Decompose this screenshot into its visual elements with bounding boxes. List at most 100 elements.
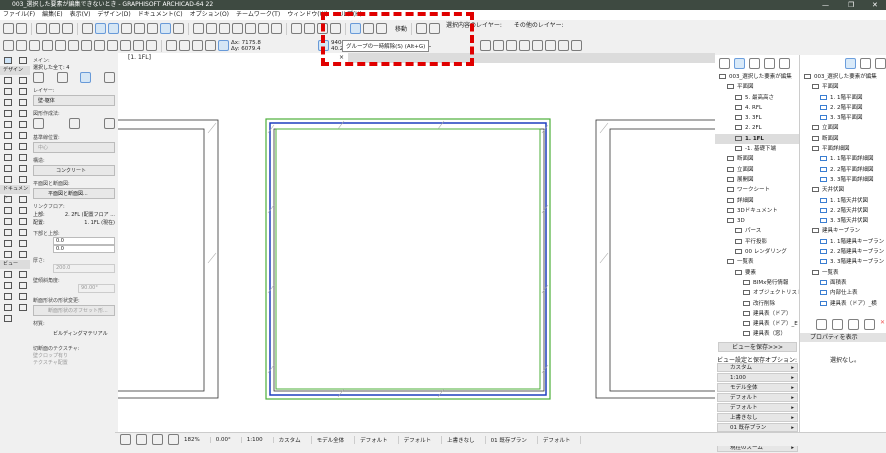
layer-combo[interactable]: カスタム xyxy=(279,435,312,444)
tree-item[interactable]: 平行投影 xyxy=(715,237,799,247)
marquee-icon[interactable] xyxy=(134,23,145,34)
arrow-tool-icon[interactable] xyxy=(3,57,12,64)
tree-item[interactable]: 断面図 xyxy=(800,134,886,144)
straight-icon[interactable] xyxy=(33,118,44,129)
skylight-tool-icon[interactable] xyxy=(3,176,12,183)
mic-icon[interactable] xyxy=(506,40,517,51)
hotspot-tool-icon[interactable] xyxy=(18,251,27,258)
change-tool-icon[interactable] xyxy=(18,293,27,300)
folder-icon[interactable] xyxy=(848,319,859,330)
slab-tool-icon[interactable] xyxy=(3,132,12,139)
close-button[interactable]: ✕ xyxy=(872,0,878,10)
tree-item[interactable]: 1. 1階平面詳細図 xyxy=(800,154,886,164)
eyedropper-icon[interactable] xyxy=(49,23,60,34)
trapezoid-icon[interactable] xyxy=(68,118,80,129)
layer-select[interactable]: 壁-躯体 xyxy=(33,95,115,106)
dimension-icon[interactable] xyxy=(120,40,131,51)
stair-tool-icon[interactable] xyxy=(3,143,12,150)
window-tool-icon[interactable] xyxy=(107,40,118,51)
polyline-tool-icon[interactable] xyxy=(18,240,27,247)
tree-item[interactable]: 2. 2階平面詳細図 xyxy=(800,165,886,175)
menu-view[interactable]: 表示(V) xyxy=(70,11,91,18)
view-map-icon[interactable] xyxy=(749,58,760,69)
properties-header[interactable]: プロパティを表示 xyxy=(800,333,886,342)
layout-book-icon-2[interactable] xyxy=(860,58,871,69)
tree-item[interactable]: 3. 3階建具キープラン xyxy=(800,257,886,267)
crop-option[interactable]: 壁クロップ有り xyxy=(33,352,115,359)
window-tool-icon2[interactable] xyxy=(18,88,27,95)
reference-select[interactable]: 中心 xyxy=(33,142,115,153)
camera-tool-icon[interactable] xyxy=(18,304,27,311)
tree-item[interactable]: 1. 1階建具キープラン xyxy=(800,237,886,247)
toolbox-view-header[interactable]: ビュー xyxy=(0,260,30,269)
radial-dim-icon[interactable] xyxy=(3,207,12,214)
roof-icon[interactable] xyxy=(271,23,282,34)
plan-section-button[interactable]: 平面図と断面図... xyxy=(33,188,115,199)
ie-tool-icon[interactable] xyxy=(3,282,12,289)
suspend-group-icon[interactable] xyxy=(160,23,171,34)
zoom-back-icon[interactable] xyxy=(120,434,131,445)
roof-tool-icon[interactable] xyxy=(3,121,12,128)
slab-icon[interactable] xyxy=(42,40,53,51)
split-icon[interactable] xyxy=(193,23,204,34)
eye-icon[interactable] xyxy=(493,40,504,51)
tree-item[interactable]: 建具キープラン xyxy=(800,226,886,236)
wall-icon[interactable] xyxy=(3,40,14,51)
tree-item[interactable]: ワークシート xyxy=(715,185,799,195)
save-view-button[interactable]: ビューを保存>>> xyxy=(718,342,797,352)
model-view[interactable]: モデル全体 xyxy=(317,435,356,444)
tree-item[interactable]: BIMx発行情報 xyxy=(715,278,799,288)
slant-input[interactable]: 90.00° xyxy=(78,284,115,293)
lamp-tool-icon[interactable] xyxy=(18,154,27,161)
publisher-icon[interactable] xyxy=(779,58,790,69)
view-option[interactable]: 上書きなし xyxy=(717,413,798,422)
pen-set[interactable]: デフォルト xyxy=(360,435,399,444)
tree-item[interactable]: 平面図 xyxy=(800,82,886,92)
check-icon[interactable] xyxy=(146,40,157,51)
scale[interactable]: 1:100 xyxy=(247,436,274,443)
monitor-icon[interactable] xyxy=(133,40,144,51)
tree-item[interactable]: 3. 3階平面図 xyxy=(800,113,886,123)
tree-item[interactable]: 展開図 xyxy=(715,175,799,185)
frame-icon[interactable] xyxy=(545,40,556,51)
bottom-offset-input[interactable]: 0.0 xyxy=(53,237,115,245)
tree-item[interactable]: 00 レンダリング xyxy=(715,247,799,257)
tree-item[interactable]: オブジェクトリスト xyxy=(715,288,799,298)
fillet-icon[interactable] xyxy=(232,23,243,34)
tree-item[interactable]: 003_選択した要素が編集 xyxy=(800,72,886,82)
grid-tool-icon[interactable] xyxy=(3,99,12,106)
lock-icon[interactable] xyxy=(147,23,158,34)
tree-item[interactable]: 平面詳細図 xyxy=(800,144,886,154)
tree-item[interactable]: 断面図 xyxy=(715,154,799,164)
beam-icon[interactable] xyxy=(16,40,27,51)
tree-item[interactable]: 4. RFL xyxy=(715,103,799,113)
texture-option[interactable]: テクスチャ配置 xyxy=(33,359,115,366)
object-tool-icon[interactable] xyxy=(3,154,12,161)
zone-icon[interactable] xyxy=(55,40,66,51)
dimension-style[interactable]: デフォルト xyxy=(404,435,443,444)
tree-item[interactable]: 面積表 xyxy=(800,278,886,288)
tree-item[interactable]: 平面図 xyxy=(715,82,799,92)
tree-item[interactable]: 要素 xyxy=(715,268,799,278)
column-tool-icon[interactable] xyxy=(3,110,12,117)
undo-icon[interactable] xyxy=(3,23,14,34)
globe-icon[interactable] xyxy=(519,40,530,51)
tree-item[interactable]: 一覧表 xyxy=(715,257,799,267)
snap-icon[interactable] xyxy=(95,23,106,34)
tree-item[interactable]: 建具表（ドア）_E xyxy=(715,319,799,329)
structure-display[interactable]: デフォルト xyxy=(543,435,582,444)
method-icon[interactable] xyxy=(192,40,203,51)
tree-item[interactable]: 一覧表 xyxy=(800,268,886,278)
tree-item[interactable]: 3D xyxy=(715,216,799,226)
person-icon[interactable] xyxy=(558,40,569,51)
shell-tool-icon[interactable] xyxy=(18,121,27,128)
tree-item[interactable]: 3. 3階平面詳細図 xyxy=(800,175,886,185)
curtain-wall-icon[interactable] xyxy=(18,77,27,84)
tree-item[interactable]: 建具表（窓） xyxy=(715,329,799,339)
group-icon[interactable] xyxy=(291,23,302,34)
material-select[interactable]: ビルディングマテリアル xyxy=(33,330,115,337)
tree-item[interactable]: 2. 2階建具キープラン xyxy=(800,247,886,257)
gravity-icon[interactable] xyxy=(108,23,119,34)
crosshair-icon[interactable] xyxy=(532,40,543,51)
align-icon[interactable] xyxy=(219,23,230,34)
